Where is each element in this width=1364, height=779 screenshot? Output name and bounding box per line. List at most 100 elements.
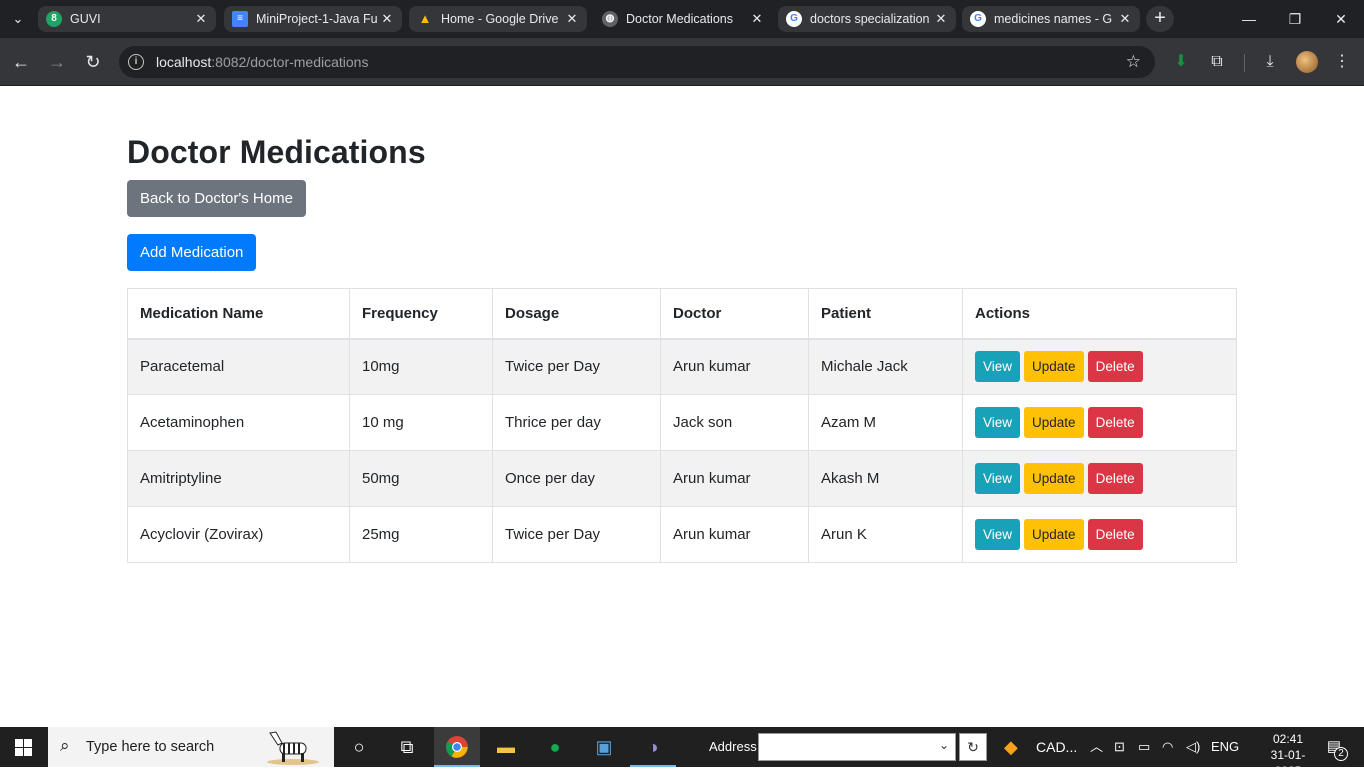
tab-title: GUVI — [70, 12, 101, 26]
tab-search-chevron-icon[interactable]: ⌄ — [6, 8, 30, 30]
guvi-icon: 8 — [46, 11, 62, 27]
clock-date: 31-01-2025 — [1270, 748, 1306, 778]
site-info-icon[interactable]: i — [128, 54, 144, 70]
tab-google-drive[interactable]: ▲ Home - Google Drive ✕ — [409, 6, 587, 32]
table-header-row: Medication Name Frequency Dosage Doctor … — [127, 288, 1237, 340]
tab-doctors-specialization[interactable]: G doctors specialization ✕ — [778, 6, 956, 32]
page-content: Doctor Medications Back to Doctor's Home… — [0, 87, 1364, 727]
reload-icon[interactable]: ↻ — [81, 50, 105, 74]
chevron-down-icon[interactable]: ⌄ — [939, 738, 949, 752]
mysql-workbench-icon[interactable]: ▣ — [581, 727, 627, 767]
globe-icon: ◍ — [602, 11, 618, 27]
cell-doctor: Arun kumar — [660, 338, 809, 395]
file-explorer-icon[interactable]: ▬ — [483, 727, 529, 767]
bookmark-star-icon[interactable]: ☆ — [1126, 46, 1141, 78]
cell-actions: View Update Delete — [962, 506, 1237, 563]
new-tab-plus-icon[interactable]: + — [1146, 6, 1174, 32]
back-arrow-icon[interactable]: ← — [9, 50, 33, 74]
cell-actions: View Update Delete — [962, 450, 1237, 507]
tab-guvi[interactable]: 8 GUVI ✕ — [38, 6, 216, 32]
address-toolbar-input[interactable]: ⌄ — [758, 733, 956, 761]
delete-button[interactable]: Delete — [1087, 407, 1143, 438]
delete-button[interactable]: Delete — [1087, 463, 1143, 494]
cell-frequency: 25mg — [349, 506, 493, 563]
wifi-icon[interactable]: ◠ — [1162, 727, 1173, 767]
close-icon[interactable]: ✕ — [934, 6, 948, 32]
url-text[interactable]: localhost:8082/doctor-medications — [156, 46, 368, 78]
update-button[interactable]: Update — [1024, 407, 1084, 438]
cad-app-label[interactable]: CAD... — [1036, 727, 1077, 767]
close-icon[interactable]: ✕ — [565, 6, 579, 32]
table-row: Paracetemal 10mg Twice per Day Arun kuma… — [127, 338, 1237, 395]
windows-start-icon[interactable] — [0, 727, 48, 767]
language-indicator[interactable]: ENG — [1211, 727, 1239, 767]
window-close-icon[interactable]: ✕ — [1318, 0, 1364, 38]
cell-patient: Akash M — [808, 450, 963, 507]
cad-app-icon[interactable]: ◆ — [1004, 727, 1018, 767]
tab-doctor-medications[interactable]: ◍ Doctor Medications ✕ — [594, 6, 772, 32]
medications-table: Medication Name Frequency Dosage Doctor … — [127, 288, 1237, 563]
google-icon: G — [786, 11, 802, 27]
notification-count-badge: 2 — [1334, 747, 1348, 761]
delete-button[interactable]: Delete — [1087, 351, 1143, 383]
minimize-icon[interactable]: — — [1226, 0, 1272, 38]
battery-icon[interactable]: ▭ — [1138, 727, 1150, 767]
forward-arrow-icon[interactable]: → — [45, 50, 69, 74]
chrome-logo-icon — [446, 736, 468, 758]
task-view-icon[interactable]: ⧉ — [384, 727, 430, 767]
volume-icon[interactable]: ◁) — [1186, 727, 1200, 767]
extension-download-icon[interactable]: ⬇ — [1169, 50, 1193, 74]
system-clock[interactable]: 02:41 31-01-2025 — [1262, 731, 1314, 779]
tab-miniproject[interactable]: ≡ MiniProject-1-Java Fu ✕ — [224, 6, 402, 32]
restore-icon[interactable]: ❐ — [1272, 0, 1318, 38]
cell-dosage: Twice per Day — [492, 506, 661, 563]
close-icon[interactable]: ✕ — [380, 6, 394, 32]
extensions-puzzle-icon[interactable]: ⧉ — [1205, 50, 1229, 74]
close-icon[interactable]: ✕ — [750, 6, 764, 32]
eclipse-icon[interactable]: ◑ — [630, 727, 676, 767]
view-button[interactable]: View — [975, 407, 1021, 438]
notification-center-icon[interactable]: ▤ 2 — [1322, 735, 1348, 761]
cell-actions: View Update Delete — [962, 338, 1237, 395]
update-button[interactable]: Update — [1024, 519, 1084, 550]
toolbar-divider — [1244, 54, 1245, 72]
taskbar-search-box[interactable]: ⌕ Type here to search — [48, 727, 334, 767]
update-button[interactable]: Update — [1024, 463, 1084, 494]
close-icon[interactable]: ✕ — [194, 6, 208, 32]
cell-frequency: 10 mg — [349, 394, 493, 451]
drive-icon: ▲ — [418, 11, 432, 26]
tray-chevron-up-icon[interactable]: ︿ — [1090, 727, 1103, 767]
tab-medicines-names[interactable]: G medicines names - G ✕ — [962, 6, 1140, 32]
view-button[interactable]: View — [975, 519, 1021, 550]
cell-patient: Azam M — [808, 394, 963, 451]
profile-avatar[interactable] — [1296, 51, 1318, 73]
meet-now-icon[interactable]: ⊡ — [1114, 727, 1125, 767]
clock-time: 02:41 — [1272, 732, 1304, 746]
tab-title: doctors specialization — [810, 12, 930, 26]
cell-patient: Arun K — [808, 506, 963, 563]
zebra-illustration-icon — [267, 731, 319, 765]
view-button[interactable]: View — [975, 351, 1021, 383]
windows-taskbar: ⌕ Type here to search ○ ⧉ ▬ ● ▣ ◑ Addres… — [0, 727, 1364, 778]
mongodb-leaf-icon[interactable]: ● — [532, 727, 578, 767]
table-row: Acetaminophen 10 mg Thrice per day Jack … — [127, 394, 1237, 451]
downloads-icon[interactable]: ⤓ — [1258, 50, 1282, 74]
search-placeholder: Type here to search — [86, 739, 215, 755]
update-button[interactable]: Update — [1024, 351, 1084, 383]
cell-actions: View Update Delete — [962, 394, 1237, 451]
view-button[interactable]: View — [975, 463, 1021, 494]
back-to-home-button[interactable]: Back to Doctor's Home — [127, 180, 306, 217]
close-icon[interactable]: ✕ — [1118, 6, 1132, 32]
table-row: Acyclovir (Zovirax) 25mg Twice per Day A… — [127, 506, 1237, 563]
address-bar[interactable]: i localhost:8082/doctor-medications ☆ — [119, 46, 1155, 78]
add-medication-button[interactable]: Add Medication — [127, 234, 257, 271]
cell-medication-name: Acyclovir (Zovirax) — [127, 506, 350, 563]
cortana-circle-icon[interactable]: ○ — [336, 727, 382, 767]
chrome-taskbar-icon[interactable] — [434, 727, 480, 767]
address-refresh-icon[interactable]: ↻ — [959, 733, 987, 761]
cell-medication-name: Amitriptyline — [127, 450, 350, 507]
kebab-menu-icon[interactable]: ⋮ — [1330, 50, 1354, 74]
header-patient: Patient — [808, 288, 963, 340]
cell-frequency: 10mg — [349, 338, 493, 395]
delete-button[interactable]: Delete — [1087, 519, 1143, 550]
